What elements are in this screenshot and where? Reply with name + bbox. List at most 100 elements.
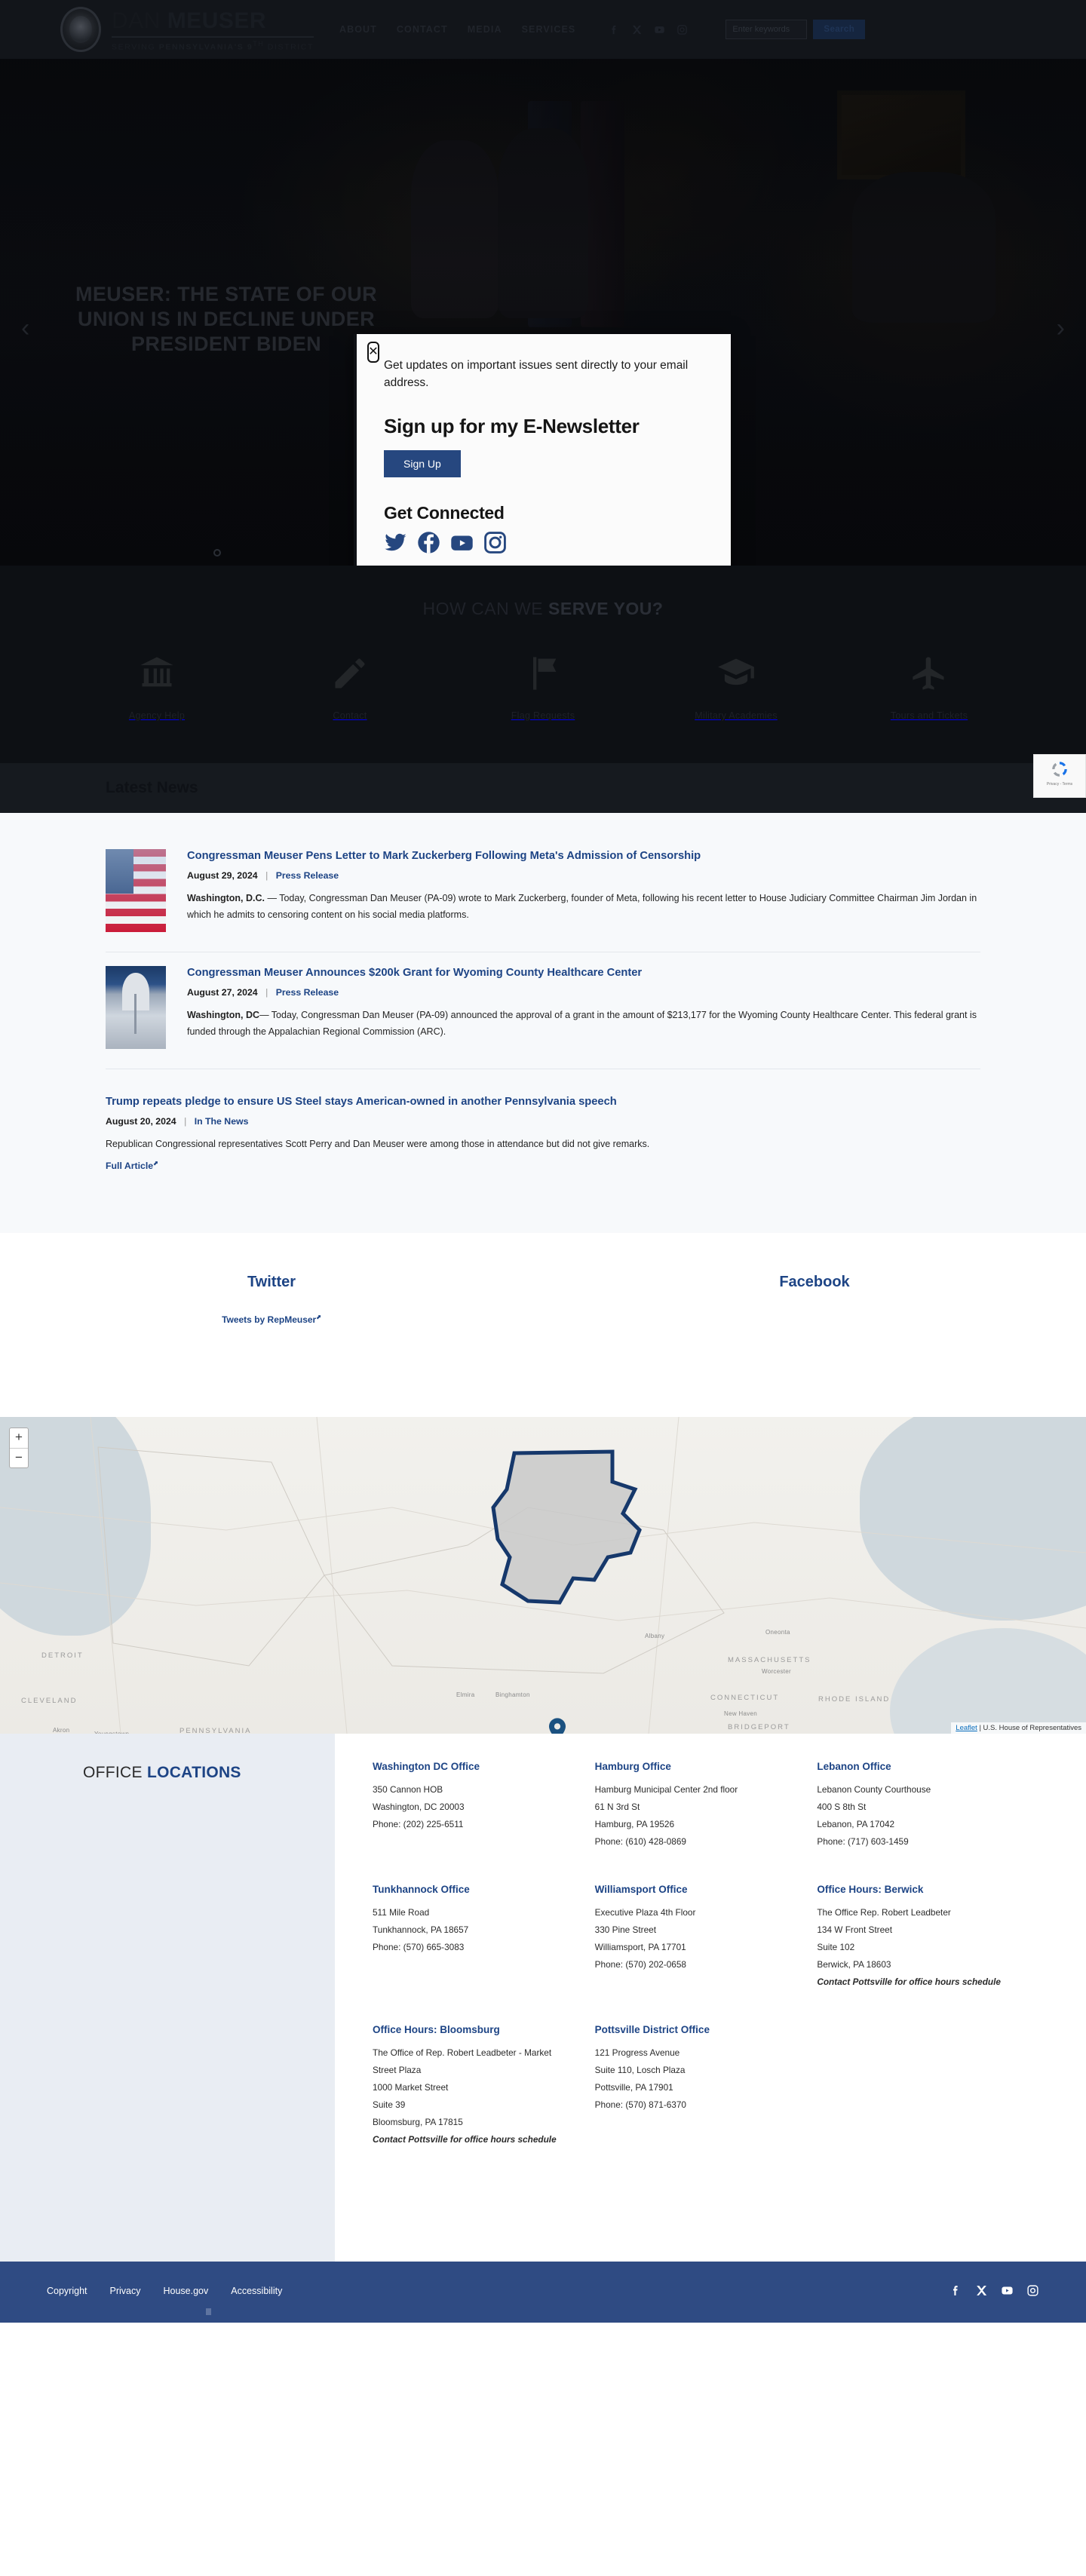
office-hours-note: Contact Pottsville for office hours sche… [817, 1976, 1001, 1988]
header-social-links [609, 24, 688, 35]
serve-item-military-academies[interactable]: Military Academies [680, 654, 793, 721]
recaptcha-badge[interactable]: Privacy - Terms [1033, 754, 1086, 798]
tweets-by-link[interactable]: Tweets by RepMeuser⬈ [222, 1314, 321, 1325]
news-meta-separator: | [265, 870, 268, 882]
serve-item-label: Military Academies [695, 710, 778, 721]
office-locations-header: OFFICE LOCATIONS [0, 1734, 335, 2262]
hero-slider: ‹ › MEUSER: THE STATE OF OUR UNION IS IN… [0, 59, 1086, 566]
district-map[interactable]: + − Albany Oneonta DETROIT MASSACHUSETTS Wor… [0, 1417, 1086, 1734]
instagram-icon[interactable] [1026, 2284, 1039, 2297]
office-address-line: Phone: (610) 428-0869 [594, 1836, 686, 1848]
office-card-title: Pottsville District Office [594, 2024, 710, 2036]
map-attribution: Leaflet | U.S. House of Representatives [951, 1722, 1086, 1734]
latest-news-heading: Latest News [106, 779, 198, 796]
district-boundary [491, 1449, 642, 1605]
office-address-line: Tunkhannock, PA 18657 [373, 1924, 469, 1936]
office-address-line: Pottsville, PA 17901 [594, 2082, 673, 2093]
x-twitter-icon[interactable] [975, 2284, 988, 2297]
full-article-link[interactable]: Full Article⬈ [106, 1160, 158, 1171]
map-label: RHODE ISLAND [818, 1695, 891, 1704]
serve-item-contact[interactable]: Contact [293, 654, 406, 721]
map-label: DETROIT [41, 1651, 84, 1660]
nav-item-media[interactable]: MEDIA [468, 24, 502, 35]
map-zoom-in-button[interactable]: + [10, 1428, 28, 1448]
search-button[interactable]: Search [813, 20, 866, 39]
instagram-icon[interactable] [483, 531, 507, 554]
office-address-line: Lebanon, PA 17042 [817, 1819, 895, 1830]
map-zoom-controls: + − [9, 1428, 29, 1469]
nav-item-contact[interactable]: CONTACT [397, 24, 448, 35]
serve-item-agency-help[interactable]: Agency Help [100, 654, 213, 721]
x-twitter-icon[interactable] [631, 24, 643, 35]
news-title-link[interactable]: Trump repeats pledge to ensure US Steel … [106, 1095, 980, 1109]
signup-button[interactable]: Sign Up [384, 449, 461, 477]
office-address-line: Berwick, PA 18603 [817, 1959, 891, 1970]
news-category-link[interactable]: Press Release [276, 987, 339, 998]
modal-heading: Sign up for my E-Newsletter [384, 414, 640, 437]
serve-item-flag-requests[interactable]: Flag Requests [486, 654, 600, 721]
serve-item-tours-tickets[interactable]: Tours and Tickets [873, 654, 986, 721]
office-address-line: 61 N 3rd St [594, 1802, 640, 1813]
office-card: Washington DC Office 350 Cannon HOB Washin… [373, 1761, 562, 1851]
office-address-line: Suite 39 [373, 2099, 406, 2111]
office-address-line: Washington, DC 20003 [373, 1802, 465, 1813]
site-logo[interactable]: DAN MEUSER SERVING PENNSYLVANIA'S 9TH DI… [60, 7, 314, 52]
nav-item-about[interactable]: ABOUT [339, 24, 377, 35]
office-card-title: Williamsport Office [594, 1884, 688, 1896]
footer-decoration [206, 2308, 211, 2316]
office-address-line: 511 Mile Road [373, 1907, 430, 1918]
office-address-line: 1000 Market Street [373, 2082, 449, 2093]
news-item: Congressman Meuser Announces $200k Grant… [106, 952, 980, 1069]
footer-inner: Copyright Privacy House.gov Accessibilit… [0, 2284, 1086, 2297]
twitter-heading: Twitter [247, 1274, 296, 1291]
facebook-icon[interactable] [417, 531, 440, 554]
news-dateline: Washington, DC [187, 1010, 260, 1021]
external-link-icon: ⬈ [316, 1314, 321, 1321]
close-icon[interactable]: ✕ [367, 342, 379, 363]
news-title-link[interactable]: Congressman Meuser Pens Letter to Mark Z… [187, 849, 980, 863]
site-header: DAN MEUSER SERVING PENNSYLVANIA'S 9TH DI… [0, 0, 1086, 59]
office-address-line: Phone: (717) 603-1459 [817, 1836, 909, 1848]
news-title-link[interactable]: Congressman Meuser Announces $200k Grant… [187, 966, 980, 980]
news-date: August 29, 2024 [187, 870, 258, 882]
hero-slide-indicator[interactable] [213, 549, 221, 557]
map-pin-icon[interactable] [549, 1718, 566, 1734]
news-category-link[interactable]: In The News [195, 1116, 249, 1127]
facebook-feed-column: Facebook [543, 1274, 1086, 1326]
office-address-line: Phone: (202) 225-6511 [373, 1819, 464, 1830]
footer-link-house-gov[interactable]: House.gov [163, 2286, 208, 2296]
search-input[interactable] [726, 20, 808, 39]
newsletter-modal: ✕ Get updates on important issues sent d… [354, 334, 731, 566]
footer-link-copyright[interactable]: Copyright [47, 2286, 87, 2296]
youtube-icon[interactable] [1001, 2284, 1014, 2297]
office-hours-note: Contact Pottsville for office hours sche… [373, 2134, 557, 2145]
map-label: Albany [645, 1633, 665, 1639]
hero-next-button[interactable]: › [1057, 315, 1065, 341]
office-locations-title: OFFICE LOCATIONS [83, 1764, 241, 1782]
office-card-title: Washington DC Office [373, 1761, 480, 1773]
youtube-icon[interactable] [654, 24, 665, 35]
office-address-line: 121 Progress Avenue [594, 2047, 680, 2059]
office-card-title: Lebanon Office [817, 1761, 891, 1773]
map-zoom-out-button[interactable]: − [10, 1448, 28, 1467]
footer-link-privacy[interactable]: Privacy [110, 2286, 141, 2296]
news-category-link[interactable]: Press Release [276, 870, 339, 881]
facebook-icon[interactable] [609, 24, 620, 35]
nav-item-services[interactable]: SERVICES [522, 24, 576, 35]
get-connected-heading: Get Connected [384, 502, 505, 523]
map-label: Youngstown [94, 1731, 129, 1734]
leaflet-link[interactable]: Leaflet [956, 1724, 977, 1732]
external-link-icon: ⬈ [153, 1159, 158, 1167]
news-body: Congressman Meuser Pens Letter to Mark Z… [187, 849, 980, 932]
twitter-icon[interactable] [384, 531, 407, 554]
serve-you-items: Agency Help Contact Flag Requests Milita… [0, 654, 1086, 721]
social-feeds-section: Twitter Tweets by RepMeuser⬈ Facebook [0, 1233, 1086, 1418]
instagram-icon[interactable] [676, 24, 688, 35]
map-label: PENNSYLVANIA [179, 1727, 252, 1734]
facebook-icon[interactable] [949, 2284, 962, 2297]
news-body: Congressman Meuser Announces $200k Grant… [187, 966, 980, 1049]
youtube-icon[interactable] [450, 531, 474, 554]
footer-link-accessibility[interactable]: Accessibility [231, 2286, 282, 2296]
hero-prev-button[interactable]: ‹ [21, 315, 29, 341]
news-excerpt: Republican Congressional representatives… [106, 1139, 650, 1150]
